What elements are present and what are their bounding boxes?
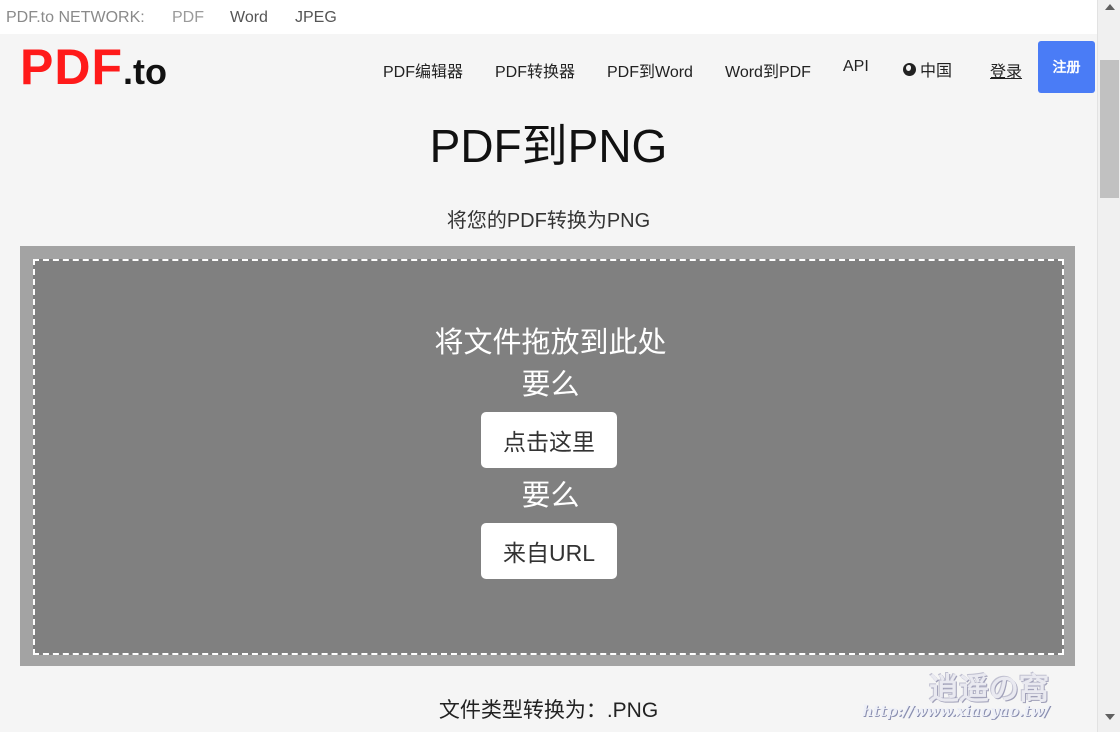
or-text: 要么: [521, 480, 580, 512]
click-here-button[interactable]: 点击这里: [481, 412, 617, 468]
nav-pdf-to-word[interactable]: PDF到Word: [607, 58, 693, 82]
page: PDF.to NETWORK: PDF Word JPEG PDF.to PDF…: [0, 0, 1120, 732]
nav-api[interactable]: API: [843, 58, 869, 76]
login-link[interactable]: 登录: [990, 58, 1022, 82]
logo-main-text: PDF: [20, 39, 123, 95]
file-dropzone[interactable]: 将文件拖放到此处 要么 点击这里 要么 来自URL: [33, 259, 1064, 655]
network-bar: PDF.to NETWORK: PDF Word JPEG: [0, 0, 1097, 34]
language-label: 中国: [920, 63, 953, 80]
network-link-pdf[interactable]: PDF: [172, 9, 204, 27]
network-link-jpeg[interactable]: JPEG: [295, 9, 337, 27]
scroll-down-arrow-icon[interactable]: [1105, 714, 1115, 720]
network-label: PDF.to NETWORK:: [6, 9, 145, 26]
page-subtitle: 将您的PDF转换为PNG: [446, 210, 651, 232]
or-text: 要么: [521, 369, 580, 401]
scroll-up-arrow-icon[interactable]: [1105, 4, 1115, 10]
drop-files-text: 将文件拖放到此处: [434, 327, 667, 359]
nav-pdf-converter[interactable]: PDF转换器: [495, 58, 575, 82]
vertical-scrollbar[interactable]: [1097, 0, 1120, 732]
logo-suffix-text: .to: [123, 51, 167, 92]
file-type-label: 文件类型转换为：.PNG: [438, 699, 659, 722]
signup-button[interactable]: 注册: [1038, 41, 1095, 93]
page-title: PDF到PNG: [429, 120, 668, 172]
globe-icon: [903, 62, 916, 76]
nav-word-to-pdf[interactable]: Word到PDF: [725, 58, 811, 82]
language-selector[interactable]: 中国: [903, 57, 952, 81]
network-link-word[interactable]: Word: [230, 9, 268, 27]
site-logo[interactable]: PDF.to: [20, 38, 167, 95]
scrollbar-thumb[interactable]: [1100, 60, 1119, 198]
nav-pdf-editor[interactable]: PDF编辑器: [383, 58, 463, 82]
from-url-button[interactable]: 来自URL: [481, 523, 617, 579]
